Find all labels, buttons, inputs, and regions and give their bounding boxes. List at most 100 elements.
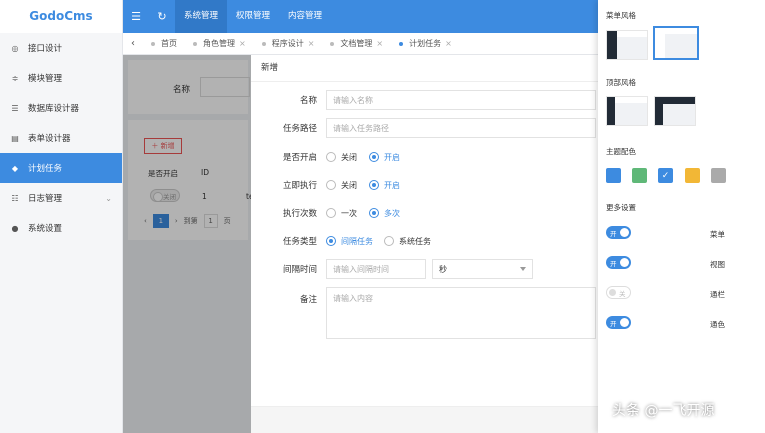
- field-label: 间隔时间: [282, 265, 317, 275]
- menu-toggle-icon[interactable]: ☰: [123, 10, 149, 23]
- close-icon[interactable]: ×: [445, 39, 452, 48]
- task-path-input[interactable]: 请输入任务路径: [326, 118, 596, 138]
- page-tab-label: 角色管理: [203, 39, 235, 48]
- top-style-dark[interactable]: [654, 96, 696, 126]
- header-tab-permissions[interactable]: 权限管理: [227, 0, 279, 33]
- close-icon[interactable]: ×: [376, 39, 383, 48]
- sidebar-item-scheduled-tasks[interactable]: ◆ 计划任务: [0, 153, 122, 183]
- field-path: 任务路径 请输入任务路径: [251, 118, 598, 138]
- page-tab-tasks[interactable]: 计划任务 ×: [391, 33, 460, 55]
- sliders-icon: ≑: [11, 73, 19, 83]
- menu-style-title: 菜单风格: [606, 11, 636, 20]
- radio-run-now-off[interactable]: 关闭: [326, 180, 357, 191]
- page-tab-label: 首页: [161, 39, 177, 48]
- list-icon: ☷: [11, 193, 19, 203]
- radio-system-task[interactable]: 系统任务: [384, 236, 431, 247]
- page-tab-program[interactable]: 程序设计 ×: [254, 33, 323, 55]
- toggle-menu[interactable]: 开: [606, 226, 631, 239]
- compass-icon: ●: [11, 223, 19, 233]
- sidebar-item-label: 表单设计器: [28, 134, 71, 144]
- toggle-view[interactable]: 开: [606, 256, 631, 269]
- field-enabled: 是否开启 关闭 开启: [251, 147, 598, 167]
- page-tabs-bar: ‹ 首页 角色管理 × 程序设计 × 文档管理 × 计划任务 ×: [123, 33, 598, 55]
- toggle-unified-color[interactable]: 开: [606, 316, 631, 329]
- page-tab-label: 计划任务: [409, 39, 442, 48]
- more-settings-title: 更多设置: [606, 203, 636, 212]
- header-tab-content[interactable]: 内容管理: [279, 0, 331, 33]
- field-label: 名称: [299, 96, 317, 106]
- field-label: 执行次数: [282, 209, 317, 219]
- sidebar-item-logs[interactable]: ☷ 日志管理 ⌄: [0, 183, 122, 213]
- color-swatch-blue[interactable]: [606, 168, 621, 183]
- radio-interval-task[interactable]: 间隔任务: [326, 236, 373, 247]
- color-swatch-green[interactable]: [632, 168, 647, 183]
- chevron-left-icon[interactable]: ‹: [123, 38, 143, 49]
- color-swatch-gray[interactable]: [711, 168, 726, 183]
- toggle-label-view: 视图: [710, 260, 725, 269]
- radio-run-now-on[interactable]: 开启: [369, 180, 400, 191]
- field-task-type: 任务类型 间隔任务 系统任务: [251, 231, 598, 251]
- top-header: ☰ ↻ 系统管理 权限管理 内容管理: [123, 0, 598, 33]
- watermark: 头条 @一飞开源: [612, 403, 715, 419]
- diamond-icon: ◆: [11, 163, 19, 173]
- radio-enabled-off[interactable]: 关闭: [326, 152, 357, 163]
- page-tab-label: 程序设计: [271, 39, 304, 48]
- field-label: 任务路径: [282, 124, 317, 134]
- page-tab-docs[interactable]: 文档管理 ×: [322, 33, 391, 55]
- sidebar-item-settings[interactable]: ● 系统设置: [0, 213, 122, 243]
- refresh-icon[interactable]: ↻: [149, 10, 175, 23]
- menu-style-dark[interactable]: [606, 30, 648, 60]
- sidebar-item-form-designer[interactable]: ▤ 表单设计器: [0, 123, 122, 153]
- globe-icon: ◎: [11, 43, 19, 53]
- color-swatch-yellow[interactable]: [685, 168, 700, 183]
- select-value: 秒: [439, 264, 447, 274]
- toggle-fullbar[interactable]: 关: [606, 286, 631, 299]
- sidebar-item-label: 接口设计: [28, 44, 63, 54]
- header-tab-system[interactable]: 系统管理: [175, 0, 228, 33]
- sidebar-item-label: 计划任务: [28, 164, 63, 174]
- sidebar-item-label: 数据库设计器: [28, 104, 80, 114]
- close-icon[interactable]: ×: [308, 39, 315, 48]
- tab-dot: [399, 41, 404, 46]
- field-interval: 间隔时间 请输入间隔时间 秒: [251, 259, 598, 279]
- color-swatch-selected[interactable]: ✓: [658, 168, 673, 183]
- field-run-now: 立即执行 关闭 开启: [251, 175, 598, 195]
- radio-run-multiple[interactable]: 多次: [369, 208, 400, 219]
- radio-run-once[interactable]: 一次: [326, 208, 357, 219]
- page-tab-label: 文档管理: [340, 39, 373, 48]
- caret-down-icon: [520, 267, 526, 271]
- toggle-label-menu: 菜单: [710, 230, 725, 239]
- check-icon: ✓: [661, 170, 670, 181]
- close-icon[interactable]: ×: [239, 39, 246, 48]
- panel-title: 新增: [251, 55, 598, 82]
- page-tab-roles[interactable]: 角色管理 ×: [185, 33, 254, 55]
- name-input[interactable]: 请输入名称: [326, 90, 596, 110]
- chevron-down-icon: ⌄: [105, 193, 112, 203]
- field-label: 立即执行: [282, 181, 317, 191]
- sidebar-item-api-design[interactable]: ◎ 接口设计: [0, 33, 122, 63]
- form-icon: ▤: [11, 133, 19, 143]
- page-tab-home[interactable]: 首页: [143, 33, 185, 55]
- field-label: 是否开启: [282, 153, 317, 163]
- tab-dot: [151, 41, 155, 46]
- sidebar-item-db-designer[interactable]: ☰ 数据库设计器: [0, 93, 122, 123]
- toggle-label-unified-color: 通色: [710, 320, 725, 329]
- toggle-label-fullbar: 通栏: [710, 290, 725, 299]
- menu-style-light[interactable]: [653, 26, 699, 60]
- sidebar-item-label: 系统设置: [28, 224, 63, 234]
- app-logo: GodoCms: [0, 0, 122, 33]
- tab-dot: [193, 41, 197, 46]
- sidebar-item-modules[interactable]: ≑ 模块管理: [0, 63, 122, 93]
- panel-footer: [251, 406, 598, 433]
- remark-textarea[interactable]: 请输入内容: [326, 287, 596, 339]
- interval-input[interactable]: 请输入间隔时间: [326, 259, 426, 279]
- field-name: 名称 请输入名称: [251, 90, 598, 110]
- add-task-panel: 新增 名称 请输入名称 任务路径 请输入任务路径 是否开启 关闭 开启 立即执行…: [251, 55, 598, 433]
- interval-unit-select[interactable]: 秒: [432, 259, 533, 279]
- sidebar-item-label: 模块管理: [28, 74, 63, 84]
- field-remark: 备注 请输入内容: [251, 287, 598, 339]
- top-style-light[interactable]: [606, 96, 648, 126]
- sidebar-item-label: 日志管理: [28, 194, 63, 204]
- radio-enabled-on[interactable]: 开启: [369, 152, 400, 163]
- field-label: 任务类型: [282, 237, 317, 247]
